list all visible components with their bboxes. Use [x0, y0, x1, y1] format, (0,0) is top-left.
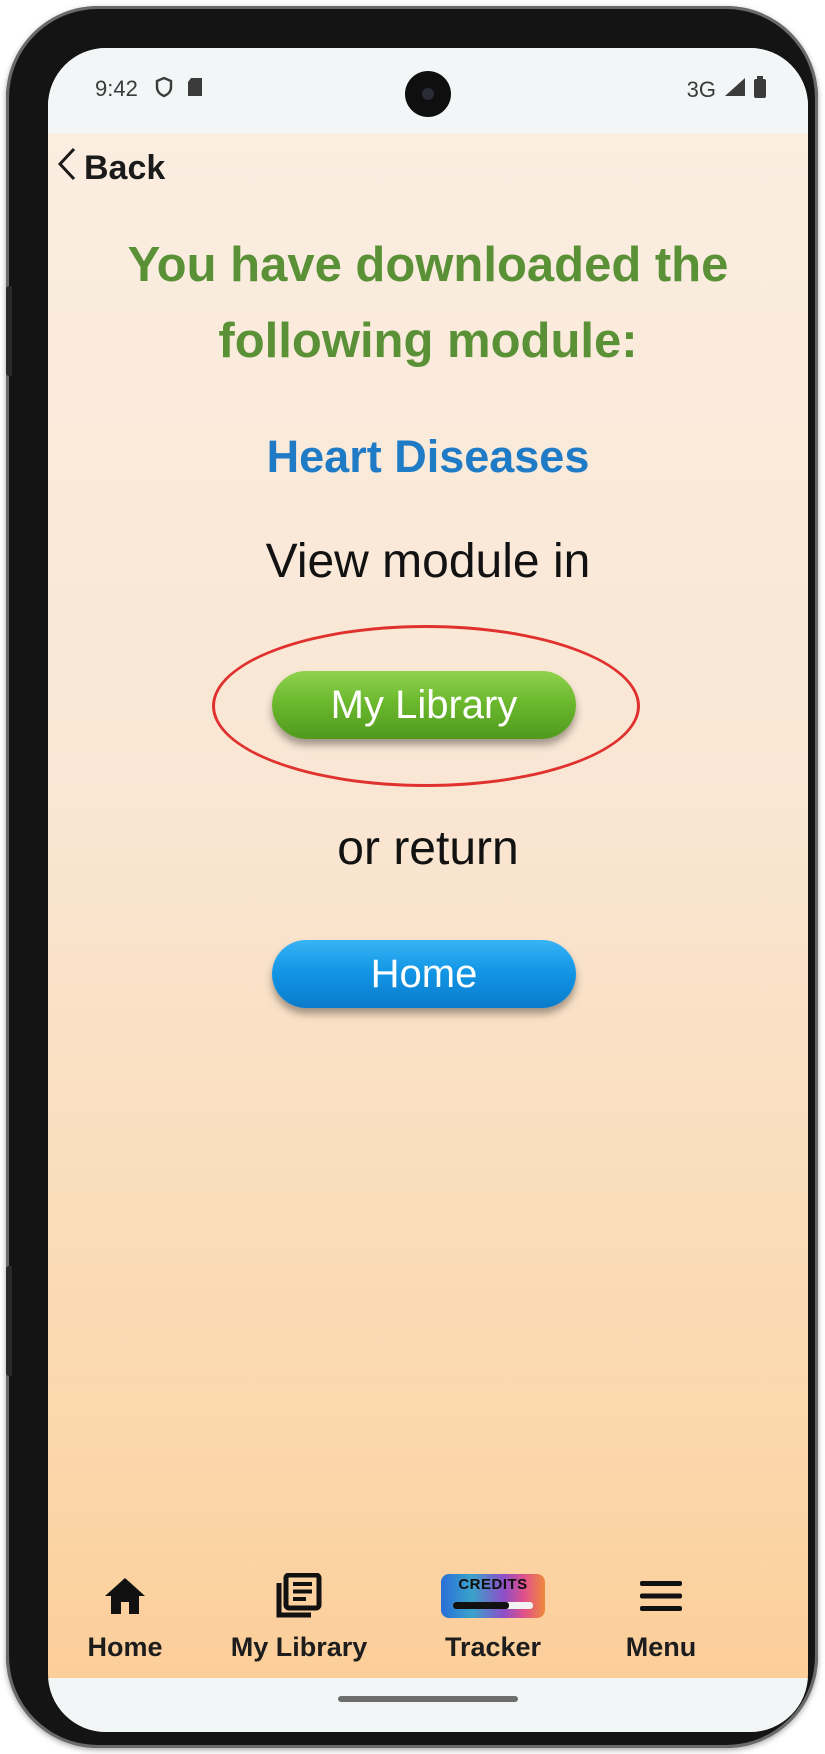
back-button[interactable]: Back	[56, 146, 165, 191]
power-button	[6, 1266, 12, 1376]
front-camera	[405, 71, 451, 117]
credits-badge: CREDITS	[441, 1574, 545, 1618]
credits-progress-fill	[453, 1602, 509, 1609]
back-label: Back	[84, 149, 166, 187]
return-prompt: or return	[337, 822, 519, 875]
status-icons-right: 3G	[687, 76, 766, 104]
menu-icon	[638, 1568, 684, 1624]
signal-icon	[724, 77, 746, 103]
home-button[interactable]: Home	[272, 940, 576, 1008]
app-screen: 9:42 3G Back You have downloaded the fol…	[48, 48, 808, 1732]
status-icons-left	[155, 76, 203, 103]
status-bar: 9:42 3G	[48, 48, 808, 133]
credits-progress-track	[453, 1602, 533, 1609]
home-icon	[103, 1568, 147, 1624]
network-type: 3G	[686, 77, 716, 102]
library-icon	[275, 1568, 323, 1624]
status-time: 9:42	[95, 76, 138, 101]
nav-item-my-library[interactable]: My Library	[224, 1568, 374, 1663]
view-prompt: View module in	[265, 535, 591, 588]
phone-frame: 9:42 3G Back You have downloaded the fol…	[6, 6, 818, 1748]
chevron-left-icon	[56, 146, 78, 191]
nav-label-tracker: Tracker	[444, 1632, 542, 1662]
my-library-button[interactable]: My Library	[272, 671, 576, 739]
nav-item-tracker[interactable]: CREDITS Tracker	[438, 1568, 548, 1663]
sd-card-icon	[187, 77, 203, 102]
credits-badge-text: CREDITS	[458, 1576, 528, 1593]
credits-tracker-icon: CREDITS	[441, 1568, 545, 1624]
battery-icon	[754, 76, 766, 104]
page-title: You have downloaded the following module…	[127, 238, 729, 368]
nav-label-menu: Menu	[625, 1632, 697, 1662]
module-name: Heart Diseases	[266, 431, 590, 482]
home-indicator[interactable]	[338, 1696, 518, 1702]
nav-item-menu[interactable]: Menu	[618, 1568, 704, 1663]
shield-icon	[155, 76, 173, 103]
nav-label-home: Home	[87, 1632, 163, 1662]
gesture-bar	[48, 1678, 808, 1732]
volume-button	[6, 286, 12, 376]
bottom-nav: Home My Library CREDITS Tracker Menu	[48, 1568, 808, 1678]
nav-label-my-library: My Library	[230, 1632, 368, 1662]
nav-item-home[interactable]: Home	[82, 1568, 168, 1663]
